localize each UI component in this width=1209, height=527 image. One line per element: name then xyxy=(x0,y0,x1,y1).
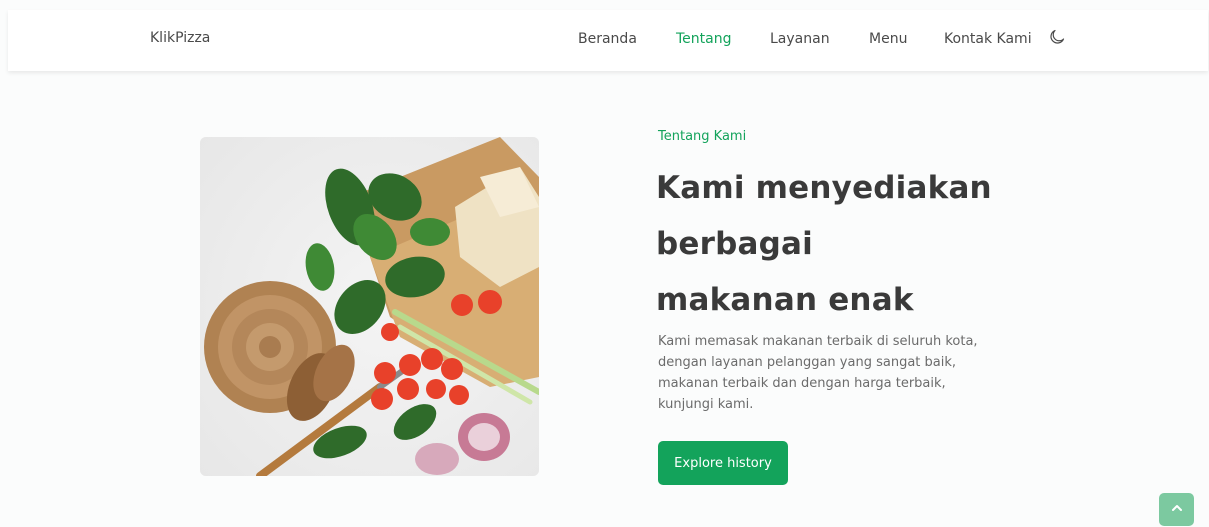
food-ingredients-image xyxy=(200,137,539,476)
section-description: Kami memasak makanan terbaik di seluruh … xyxy=(658,331,1038,415)
nav-tentang[interactable]: Tentang xyxy=(676,31,732,47)
title-line: berbagai xyxy=(656,226,813,262)
explore-history-button[interactable]: Explore history xyxy=(658,441,788,485)
section-title: Kami menyediakan berbagai makanan enak xyxy=(656,160,1016,328)
nav-kontak-kami[interactable]: Kontak Kami xyxy=(944,31,1032,47)
description-line: Kami memasak makanan terbaik di seluruh … xyxy=(658,334,978,349)
back-to-top-button[interactable] xyxy=(1159,493,1194,526)
section-eyebrow: Tentang Kami xyxy=(658,129,747,144)
description-line: kunjungi kami. xyxy=(658,397,754,412)
moon-icon[interactable] xyxy=(1048,28,1066,46)
main-nav: Beranda Tentang Layanan Menu Kontak Kami xyxy=(8,31,1208,51)
nav-menu[interactable]: Menu xyxy=(869,31,907,47)
nav-beranda[interactable]: Beranda xyxy=(578,31,637,47)
chevron-up-icon xyxy=(1170,500,1184,519)
site-header: KlikPizza Beranda Tentang Layanan Menu K… xyxy=(8,10,1208,71)
nav-layanan[interactable]: Layanan xyxy=(770,31,830,47)
description-line: dengan layanan pelanggan yang sangat bai… xyxy=(658,355,957,370)
title-line: makanan enak xyxy=(656,282,914,318)
description-line: makanan terbaik dan dengan harga terbaik… xyxy=(658,376,946,391)
title-line: Kami menyediakan xyxy=(656,170,992,206)
